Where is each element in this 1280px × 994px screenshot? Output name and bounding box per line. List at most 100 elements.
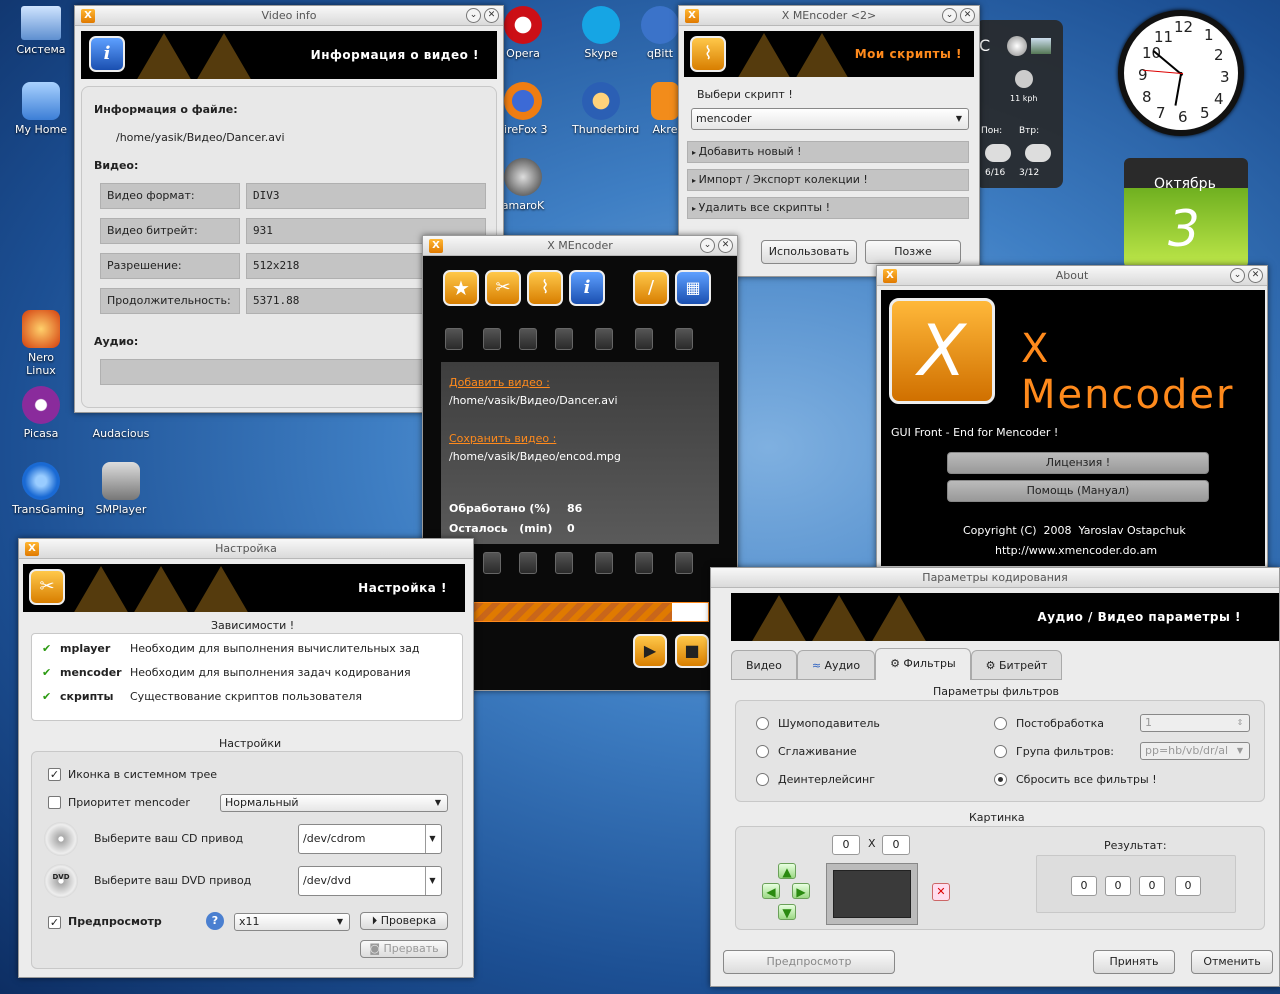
tab-audio[interactable]: ≈ Аудио (796, 650, 876, 680)
cloud-icon (985, 144, 1011, 162)
check-button[interactable]: ⏵ Проверка (360, 912, 448, 930)
deps-title: Зависимости ! (211, 619, 295, 632)
save-video-link[interactable]: Сохранить видео : (449, 432, 556, 445)
minimize-button[interactable]: ⌄ (1230, 268, 1245, 283)
website-link[interactable]: http://www.xmencoder.do.am (995, 544, 1157, 557)
cancel-button[interactable]: Отменить (1191, 950, 1273, 974)
desktop-icon-skype[interactable]: Skype (572, 6, 630, 60)
later-button[interactable]: Позже (865, 240, 961, 264)
clock-number: 8 (1142, 88, 1152, 106)
desktop-icon-picasa[interactable]: Picasa (12, 386, 70, 440)
arrow-down-icon[interactable]: ▼ (778, 904, 796, 920)
tab-video[interactable]: Видео (731, 650, 797, 680)
clock-number: 4 (1214, 90, 1224, 108)
radio-reset-filters[interactable] (994, 773, 1007, 786)
clapperboard-icon[interactable]: ▦ (675, 270, 711, 306)
video-output-select[interactable]: x11 ▼ (234, 913, 350, 931)
license-button[interactable]: Лицензия ! (947, 452, 1209, 474)
video-output-value: x11 (239, 915, 260, 928)
menu-item-delete-all[interactable]: ▸ Удалить все скрипты ! (687, 197, 969, 219)
info-icon[interactable]: i (569, 270, 605, 306)
priority-value: Нормальный (225, 796, 299, 809)
desktop-icon-transgaming[interactable]: TransGaming (12, 462, 84, 516)
desktop-icon-qbittorrent[interactable]: qBitt (640, 6, 680, 60)
radio-filter-group[interactable] (994, 745, 1007, 758)
filter-group-select[interactable]: pp=hb/vb/dr/al ▼ (1140, 742, 1250, 760)
star-icon[interactable]: ★ (443, 270, 479, 306)
window-title: X MEncoder <2> (781, 9, 877, 22)
close-button[interactable]: ✕ (960, 8, 975, 23)
radio-postprocess[interactable] (994, 717, 1007, 730)
wand-icon[interactable]: / (633, 270, 669, 306)
title-bar: X Настройка (19, 539, 473, 559)
weather-day-1: Пон: (981, 126, 1003, 136)
film-hole (675, 552, 693, 574)
desktop-icon-thunderbird[interactable]: Thunderbird (572, 82, 639, 136)
title-bar: X X MEncoder ⌄ ✕ (423, 236, 737, 256)
priority-select[interactable]: Нормальный ▼ (220, 794, 448, 812)
priority-checkbox[interactable] (48, 796, 61, 809)
film-hole (675, 328, 693, 350)
arrow-left-icon[interactable]: ◀ (762, 883, 780, 899)
minimize-button[interactable]: ⌄ (700, 238, 715, 253)
banner: Аудио / Видео параметры ! (731, 593, 1279, 641)
picture-icon (1031, 38, 1051, 54)
close-button[interactable]: ✕ (484, 8, 499, 23)
choose-script-label: Выбери скрипт ! (697, 88, 793, 101)
warning-sign-icon (193, 566, 249, 612)
desktop-icon-system[interactable]: Система (12, 6, 70, 56)
priority-label: Приоритет mencoder (68, 796, 190, 809)
result-value: 0 (1175, 876, 1201, 896)
close-button[interactable]: ✕ (718, 238, 733, 253)
add-video-link[interactable]: Добавить видео : (449, 376, 550, 389)
menu-item-add-script[interactable]: ▸ Добавить новый ! (687, 141, 969, 163)
abort-button[interactable]: ◙ Прервать (360, 940, 448, 958)
arrow-right-icon[interactable]: ▶ (792, 883, 810, 899)
dvd-drive-select[interactable]: /dev/dvd ▼ (298, 866, 442, 896)
desktop-icon-nero[interactable]: Nero Linux (12, 310, 70, 377)
video-label: Видео: (94, 159, 139, 172)
minimize-button[interactable]: ⌄ (466, 8, 481, 23)
script-select-value: mencoder (696, 112, 752, 125)
clear-icon[interactable]: ✕ (932, 883, 950, 901)
paperclip-icon[interactable]: ⌇ (527, 270, 563, 306)
tools-icon[interactable]: ✂ (485, 270, 521, 306)
film-hole (635, 328, 653, 350)
radio-deinterlace[interactable] (756, 773, 769, 786)
film-hole (483, 552, 501, 574)
play-button[interactable]: ▶ (633, 634, 667, 668)
close-button[interactable]: ✕ (1248, 268, 1263, 283)
accept-button[interactable]: Принять (1093, 950, 1175, 974)
preview-button[interactable]: Предпросмотр (723, 950, 895, 974)
width-input[interactable]: 0 (832, 835, 860, 855)
preview-checkbox[interactable]: ✓ (48, 916, 61, 929)
radio-denoise[interactable] (756, 717, 769, 730)
height-input[interactable]: 0 (882, 835, 910, 855)
warning-sign-icon (196, 33, 252, 79)
stop-button[interactable]: ■ (675, 634, 709, 668)
tab-filters[interactable]: ⚙ Фильтры (875, 648, 971, 680)
warning-sign-icon (751, 595, 807, 641)
app-icon: X (685, 9, 699, 23)
help-icon[interactable]: ? (206, 912, 224, 930)
cd-drive-select[interactable]: /dev/cdrom ▼ (298, 824, 442, 854)
manual-button[interactable]: Помощь (Мануал) (947, 480, 1209, 502)
desktop-icon-akregator[interactable]: Akre (650, 82, 680, 136)
script-select[interactable]: mencoder ▼ (691, 108, 969, 130)
tab-bitrate[interactable]: ⚙ Битрейт (970, 650, 1063, 680)
dep-name: скрипты (60, 690, 114, 703)
arrow-up-icon[interactable]: ▲ (778, 863, 796, 879)
banner: ✂ Настройка ! (23, 564, 465, 612)
menu-item-import-export[interactable]: ▸ Импорт / Экспорт колекции ! (687, 169, 969, 191)
postprocess-spinbox[interactable]: 1 ⇕ (1140, 714, 1250, 732)
dvd-label: Выберите ваш DVD привод (94, 874, 252, 887)
tab-label: Видео (746, 659, 782, 672)
desktop-icon-smplayer[interactable]: SMPlayer (92, 462, 150, 516)
radio-smooth[interactable] (756, 745, 769, 758)
dep-name: mencoder (60, 666, 122, 679)
desktop-icon-home[interactable]: My Home (12, 82, 70, 136)
use-button[interactable]: Использовать (761, 240, 857, 264)
minimize-button[interactable]: ⌄ (942, 8, 957, 23)
film-hole (445, 328, 463, 350)
tray-checkbox[interactable]: ✓ (48, 768, 61, 781)
